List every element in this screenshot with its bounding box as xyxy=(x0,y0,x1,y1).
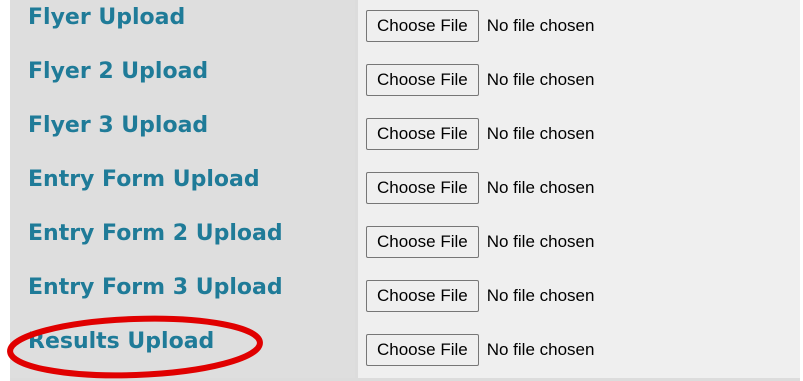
label-cell: Entry Form 3 Upload xyxy=(10,270,355,324)
file-status: No file chosen xyxy=(486,70,595,89)
results-file-input[interactable]: Choose File No file chosen xyxy=(366,333,594,367)
field-cell: Choose File No file chosen xyxy=(358,324,800,378)
label-cell: Flyer 2 Upload xyxy=(10,54,355,108)
file-status: No file chosen xyxy=(486,178,595,197)
results-upload-label: Results Upload xyxy=(28,329,215,354)
label-cell: Flyer Upload xyxy=(10,0,355,54)
file-status: No file chosen xyxy=(486,232,595,251)
upload-row-flyer-3: Flyer 3 Upload Choose File No file chose… xyxy=(10,108,800,162)
entry-form-upload-label: Entry Form Upload xyxy=(28,167,260,192)
field-cell: Choose File No file chosen xyxy=(358,54,800,108)
upload-row-entry-form-2: Entry Form 2 Upload Choose File No file … xyxy=(10,216,800,270)
entry-form-3-upload-label: Entry Form 3 Upload xyxy=(28,275,283,300)
choose-file-button[interactable]: Choose File xyxy=(366,226,479,258)
flyer-2-upload-label: Flyer 2 Upload xyxy=(28,59,209,84)
choose-file-button[interactable]: Choose File xyxy=(366,334,479,366)
label-cell: Entry Form Upload xyxy=(10,162,355,216)
flyer-3-upload-label: Flyer 3 Upload xyxy=(28,113,209,138)
field-cell: Choose File No file chosen xyxy=(358,162,800,216)
upload-row-flyer-2: Flyer 2 Upload Choose File No file chose… xyxy=(10,54,800,108)
choose-file-button[interactable]: Choose File xyxy=(366,118,479,150)
label-cell: Flyer 3 Upload xyxy=(10,108,355,162)
upload-row-entry-form: Entry Form Upload Choose File No file ch… xyxy=(10,162,800,216)
upload-form: Flyer Upload Choose File No file chosen … xyxy=(10,0,800,381)
entry-form-file-input[interactable]: Choose File No file chosen xyxy=(366,171,594,205)
choose-file-button[interactable]: Choose File xyxy=(366,10,479,42)
entry-form-2-file-input[interactable]: Choose File No file chosen xyxy=(366,225,594,259)
file-status: No file chosen xyxy=(486,340,595,359)
choose-file-button[interactable]: Choose File xyxy=(366,172,479,204)
choose-file-button[interactable]: Choose File xyxy=(366,280,479,312)
flyer-file-input[interactable]: Choose File No file chosen xyxy=(366,9,594,43)
field-cell: Choose File No file chosen xyxy=(358,0,800,54)
entry-form-3-file-input[interactable]: Choose File No file chosen xyxy=(366,279,594,313)
label-cell: Entry Form 2 Upload xyxy=(10,216,355,270)
choose-file-button[interactable]: Choose File xyxy=(366,64,479,96)
field-cell: Choose File No file chosen xyxy=(358,270,800,324)
flyer-2-file-input[interactable]: Choose File No file chosen xyxy=(366,63,594,97)
upload-row-flyer: Flyer Upload Choose File No file chosen xyxy=(10,0,800,54)
upload-row-entry-form-3: Entry Form 3 Upload Choose File No file … xyxy=(10,270,800,324)
file-status: No file chosen xyxy=(486,16,595,35)
flyer-3-file-input[interactable]: Choose File No file chosen xyxy=(366,117,594,151)
file-status: No file chosen xyxy=(486,286,595,305)
file-status: No file chosen xyxy=(486,124,595,143)
flyer-upload-label: Flyer Upload xyxy=(28,5,186,30)
label-cell: Results Upload xyxy=(10,324,355,378)
field-cell: Choose File No file chosen xyxy=(358,108,800,162)
entry-form-2-upload-label: Entry Form 2 Upload xyxy=(28,221,283,246)
field-cell: Choose File No file chosen xyxy=(358,216,800,270)
upload-row-results: Results Upload Choose File No file chose… xyxy=(10,324,800,378)
